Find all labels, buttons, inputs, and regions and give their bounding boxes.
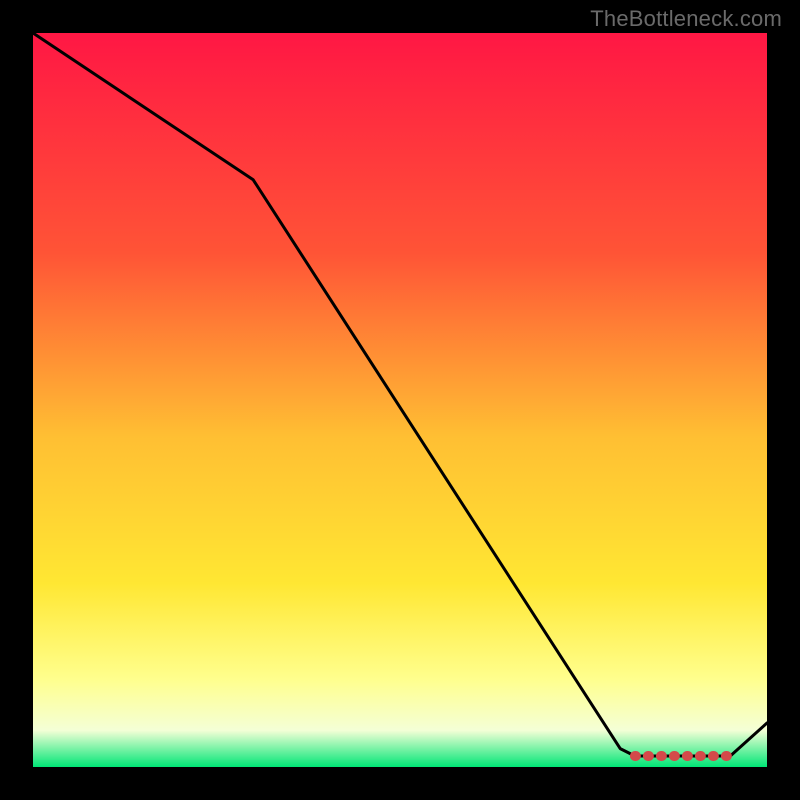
plot-background xyxy=(33,33,767,767)
bottleneck-chart xyxy=(0,0,800,800)
chart-container: { "watermark": "TheBottleneck.com", "cha… xyxy=(0,0,800,800)
watermark-text: TheBottleneck.com xyxy=(590,6,782,32)
